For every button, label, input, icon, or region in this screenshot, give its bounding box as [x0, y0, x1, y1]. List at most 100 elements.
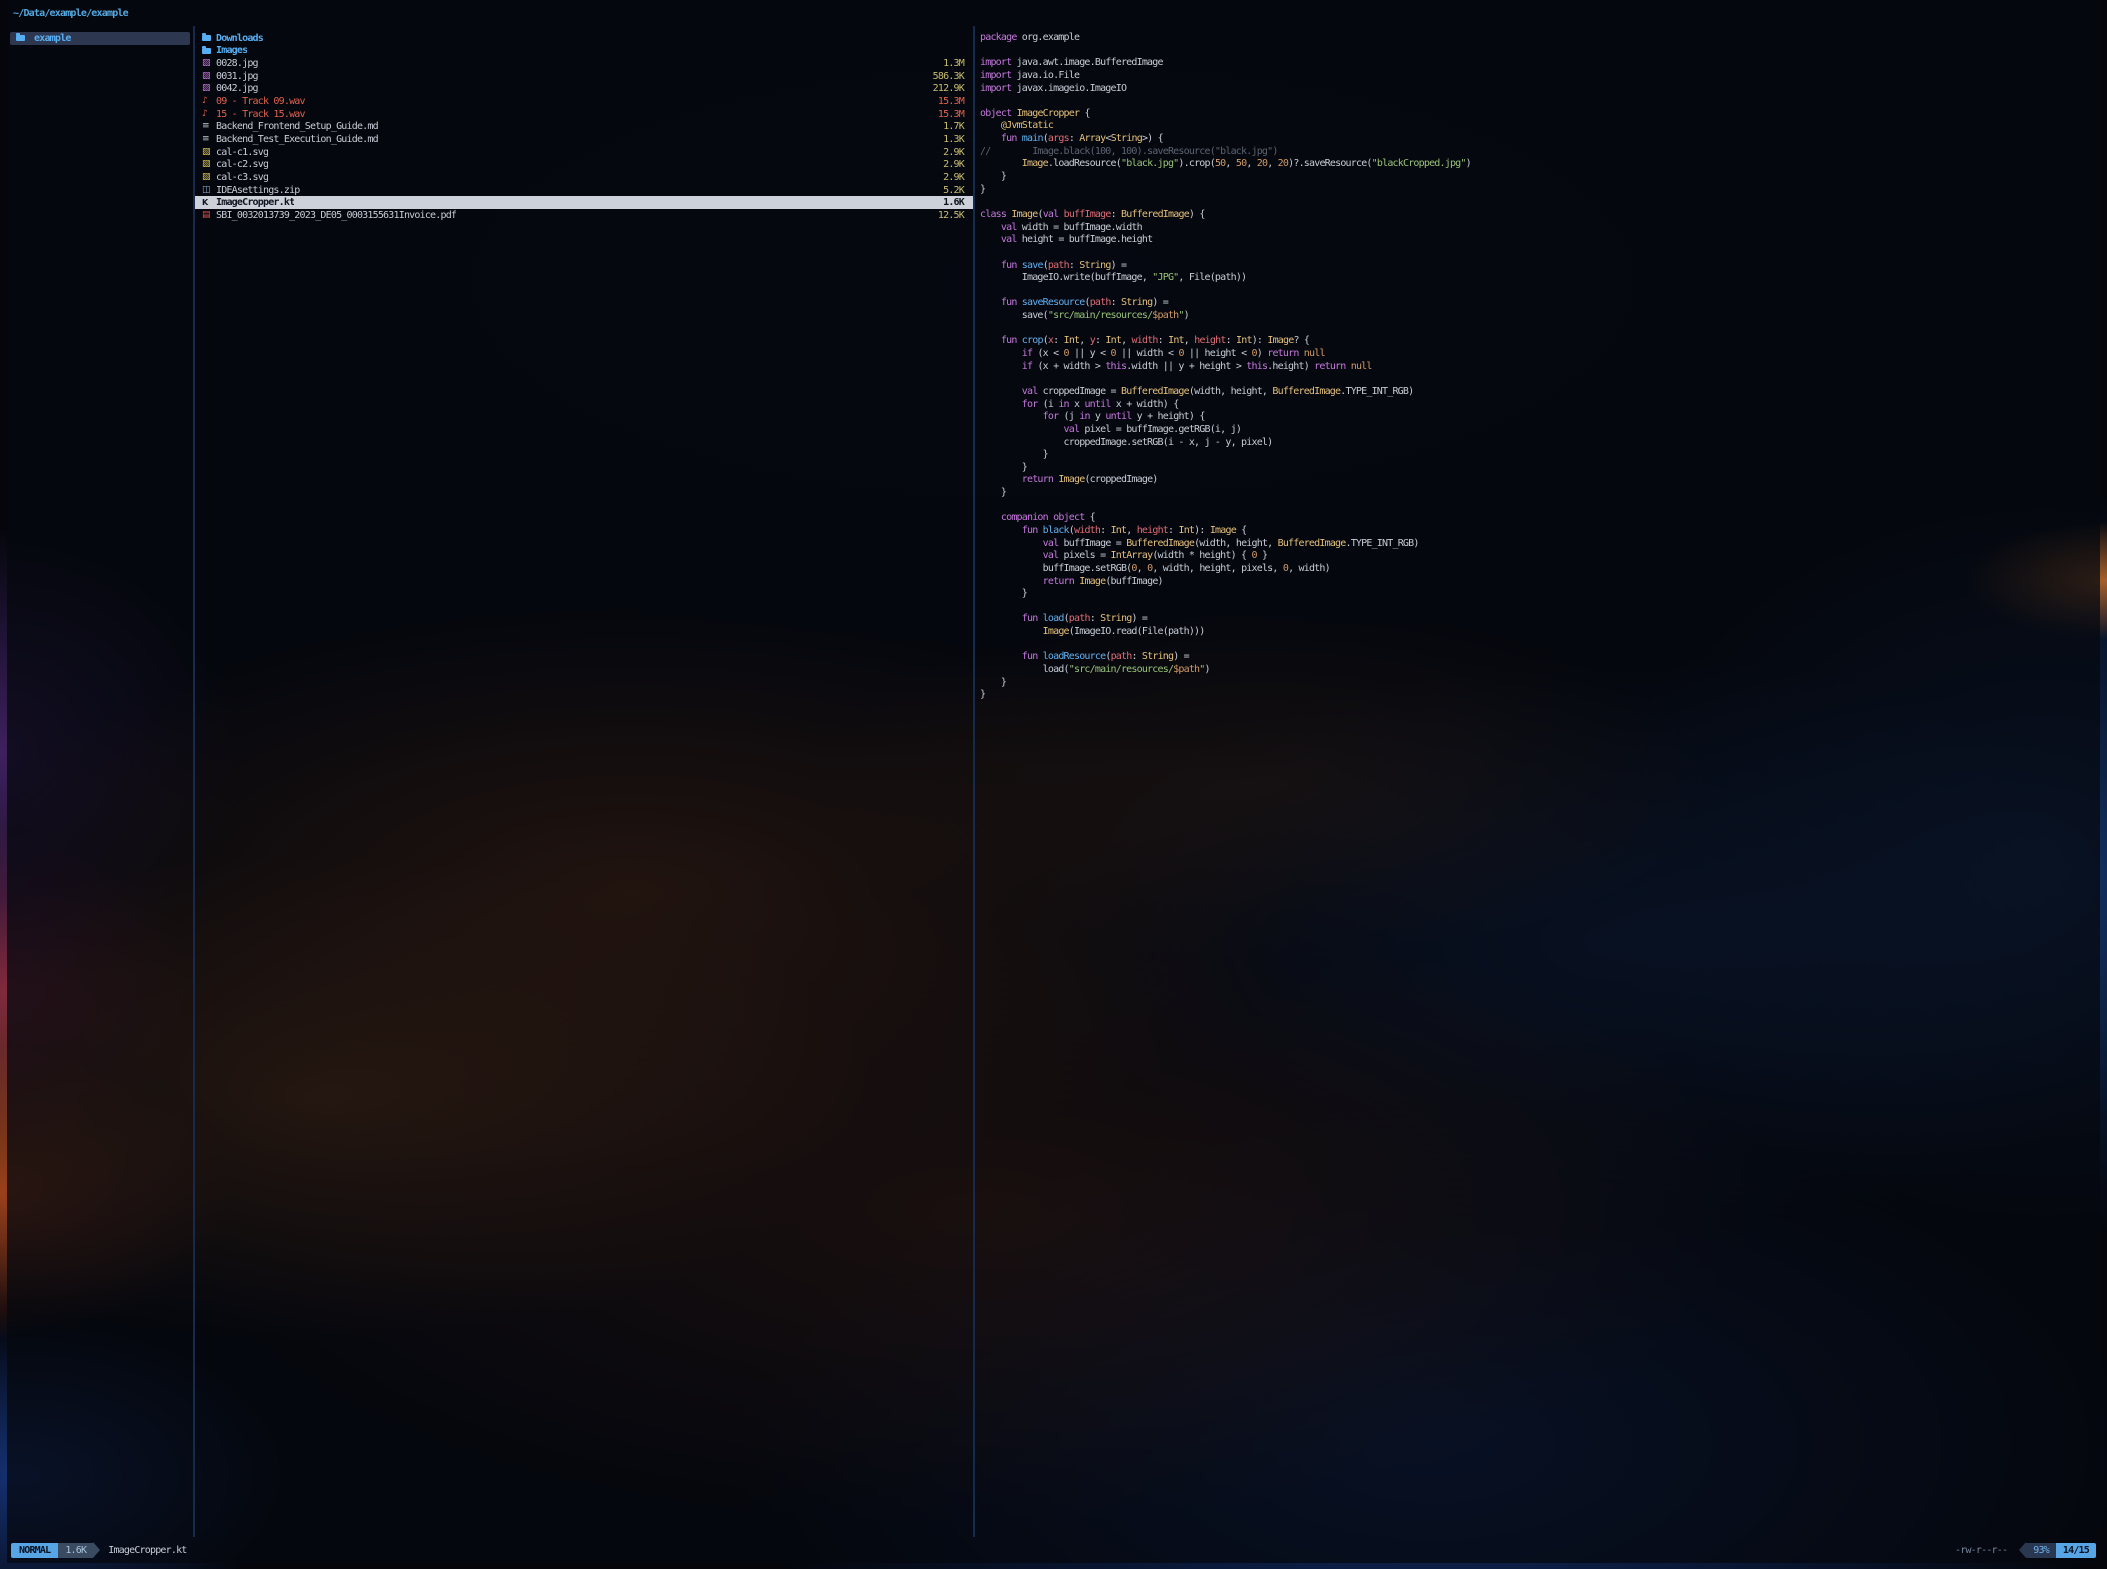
- file-size: 586.3K: [923, 71, 964, 82]
- file-row[interactable]: ♪09 - Track 09.wav 15.3M: [195, 95, 973, 108]
- file-size: 1.6K: [933, 197, 964, 208]
- code-line: fun saveResource(path: String) =: [980, 297, 2100, 310]
- code-line: fun save(path: String) =: [980, 260, 2100, 273]
- code-line: val croppedImage = BufferedImage(width, …: [980, 386, 2100, 399]
- image-file-icon: ▨: [202, 59, 216, 68]
- code-line: import java.io.File: [980, 70, 2100, 83]
- code-line: for (i in x until x + width) {: [980, 399, 2100, 412]
- code-line: for (j in y until y + height) {: [980, 411, 2100, 424]
- markdown-file-icon: ≡: [202, 122, 216, 131]
- images-folder-icon: [202, 48, 216, 54]
- code-line: croppedImage.setRGB(i - x, j - y, pixel): [980, 437, 2100, 450]
- file-row[interactable]: ▨0031.jpg586.3K: [195, 70, 973, 83]
- code-line: [980, 601, 2100, 614]
- file-size: 15.3M: [928, 109, 964, 120]
- code-line: [980, 639, 2100, 652]
- file-name: IDEAsettings.zip: [216, 185, 300, 196]
- powerline-separator-icon: [93, 1542, 100, 1558]
- header-bar: ~/Data/example/example: [7, 0, 2100, 26]
- file-name: cal-c3.svg: [216, 172, 268, 183]
- svg-file-icon: ▧: [202, 173, 216, 182]
- parent-dir-item[interactable]: example: [10, 32, 190, 45]
- zip-file-icon: ◫: [202, 186, 216, 195]
- code-line: }: [980, 588, 2100, 601]
- file-size: 15.3M: [928, 96, 964, 107]
- file-row[interactable]: ▤SBI_0032013739_2023_DE05_0003155631Invo…: [195, 209, 973, 222]
- file-size: 1.7K: [933, 121, 964, 132]
- file-row[interactable]: ≡Backend_Test_Execution_Guide.md1.3K: [195, 133, 973, 146]
- code-line: }: [980, 462, 2100, 475]
- file-row[interactable]: ▨0042.jpg212.9K: [195, 83, 973, 96]
- status-filename: ImageCropper.kt: [108, 1545, 186, 1556]
- file-name: Backend_Test_Execution_Guide.md: [216, 134, 378, 145]
- downloads-folder-icon: [202, 35, 216, 41]
- powerline-separator-left-icon: [2019, 1542, 2026, 1558]
- file-size: 212.9K: [923, 83, 964, 94]
- file-size: 2.9K: [933, 172, 964, 183]
- file-name: Images: [216, 45, 247, 56]
- image-file-icon: ▨: [202, 72, 216, 81]
- audio-file-icon: ♪: [202, 97, 216, 106]
- file-row[interactable]: Images: [195, 45, 973, 58]
- file-row[interactable]: ▨0028.jpg1.3M: [195, 57, 973, 70]
- cursor-position: 14/15: [2056, 1543, 2096, 1558]
- file-name: ImageCropper.kt: [216, 197, 294, 208]
- file-row[interactable]: ≡Backend_Frontend_Setup_Guide.md 1.7K: [195, 120, 973, 133]
- breadcrumb: ~/Data/example/example: [13, 8, 128, 19]
- code-line: Image.loadResource("black.jpg").crop(50,…: [980, 158, 2100, 171]
- code-line: save("src/main/resources/$path"): [980, 310, 2100, 323]
- file-name: 0028.jpg: [216, 58, 258, 69]
- code-line: [980, 373, 2100, 386]
- code-line: [980, 196, 2100, 209]
- file-row[interactable]: Downloads: [195, 32, 973, 45]
- file-name: Backend_Frontend_Setup_Guide.md: [216, 121, 378, 132]
- file-size: 2.9K: [933, 159, 964, 170]
- status-left: NORMAL 1.6K ImageCropper.kt: [11, 1542, 187, 1558]
- code-line: if (x < 0 || y < 0 || width < 0 || heigh…: [980, 348, 2100, 361]
- file-name: cal-c1.svg: [216, 147, 268, 158]
- code-preview[interactable]: package org.example import java.awt.imag…: [975, 26, 2100, 1537]
- kotlin-file-icon: K: [202, 199, 216, 207]
- pdf-file-icon: ▤: [202, 211, 216, 220]
- file-permissions: -rw-r--r--: [1955, 1545, 2007, 1556]
- mode-indicator: NORMAL: [11, 1543, 58, 1558]
- file-name: Downloads: [216, 33, 263, 44]
- code-line: [980, 323, 2100, 336]
- audio-file-icon: ♪: [202, 110, 216, 119]
- code-line: fun load(path: String) =: [980, 613, 2100, 626]
- code-line: }: [980, 184, 2100, 197]
- code-line: }: [980, 487, 2100, 500]
- code-line: return Image(croppedImage): [980, 474, 2100, 487]
- code-line: }: [980, 171, 2100, 184]
- code-line: val pixel = buffImage.getRGB(i, j): [980, 424, 2100, 437]
- code-line: fun loadResource(path: String) =: [980, 651, 2100, 664]
- file-row[interactable]: ▧cal-c3.svg 2.9K: [195, 171, 973, 184]
- file-row[interactable]: ◫IDEAsettings.zip 5.2K: [195, 184, 973, 197]
- file-size-badge: 1.6K: [58, 1543, 93, 1558]
- code-line: import java.awt.image.BufferedImage: [980, 57, 2100, 70]
- scroll-percentage: 93%: [2026, 1543, 2056, 1558]
- file-size: 5.2K: [933, 185, 964, 196]
- file-name: SBI_0032013739_2023_DE05_0003155631Invoi…: [216, 210, 456, 221]
- code-line: fun black(width: Int, height: Int): Imag…: [980, 525, 2100, 538]
- status-right: -rw-r--r-- 93% 14/15: [1955, 1542, 2096, 1558]
- code-line: object ImageCropper {: [980, 108, 2100, 121]
- file-name: 09 - Track 09.wav: [216, 96, 305, 107]
- file-size: 1.3K: [933, 134, 964, 145]
- code-line: import javax.imageio.ImageIO: [980, 83, 2100, 96]
- code-line: Image(ImageIO.read(File(path))): [980, 626, 2100, 639]
- file-row[interactable]: ▧cal-c1.svg2.9K: [195, 146, 973, 159]
- file-list: DownloadsImages▨0028.jpg1.3M▨0031.jpg586…: [195, 26, 975, 1537]
- code-line: val height = buffImage.height: [980, 234, 2100, 247]
- code-line: fun crop(x: Int, y: Int, width: Int, hei…: [980, 335, 2100, 348]
- file-row[interactable]: KImageCropper.kt 1.6K: [195, 196, 973, 209]
- file-row[interactable]: ♪15 - Track 15.wav15.3M: [195, 108, 973, 121]
- code-line: load("src/main/resources/$path"): [980, 664, 2100, 677]
- file-size: 12.5K: [928, 210, 964, 221]
- code-line: val pixels = IntArray(width * height) { …: [980, 550, 2100, 563]
- code-line: if (x + width > this.width || y + height…: [980, 361, 2100, 374]
- status-bar: NORMAL 1.6K ImageCropper.kt -rw-r--r-- 9…: [7, 1537, 2100, 1563]
- code-line: return Image(buffImage): [980, 576, 2100, 589]
- file-row[interactable]: ▧cal-c2.svg2.9K: [195, 158, 973, 171]
- code-line: [980, 500, 2100, 513]
